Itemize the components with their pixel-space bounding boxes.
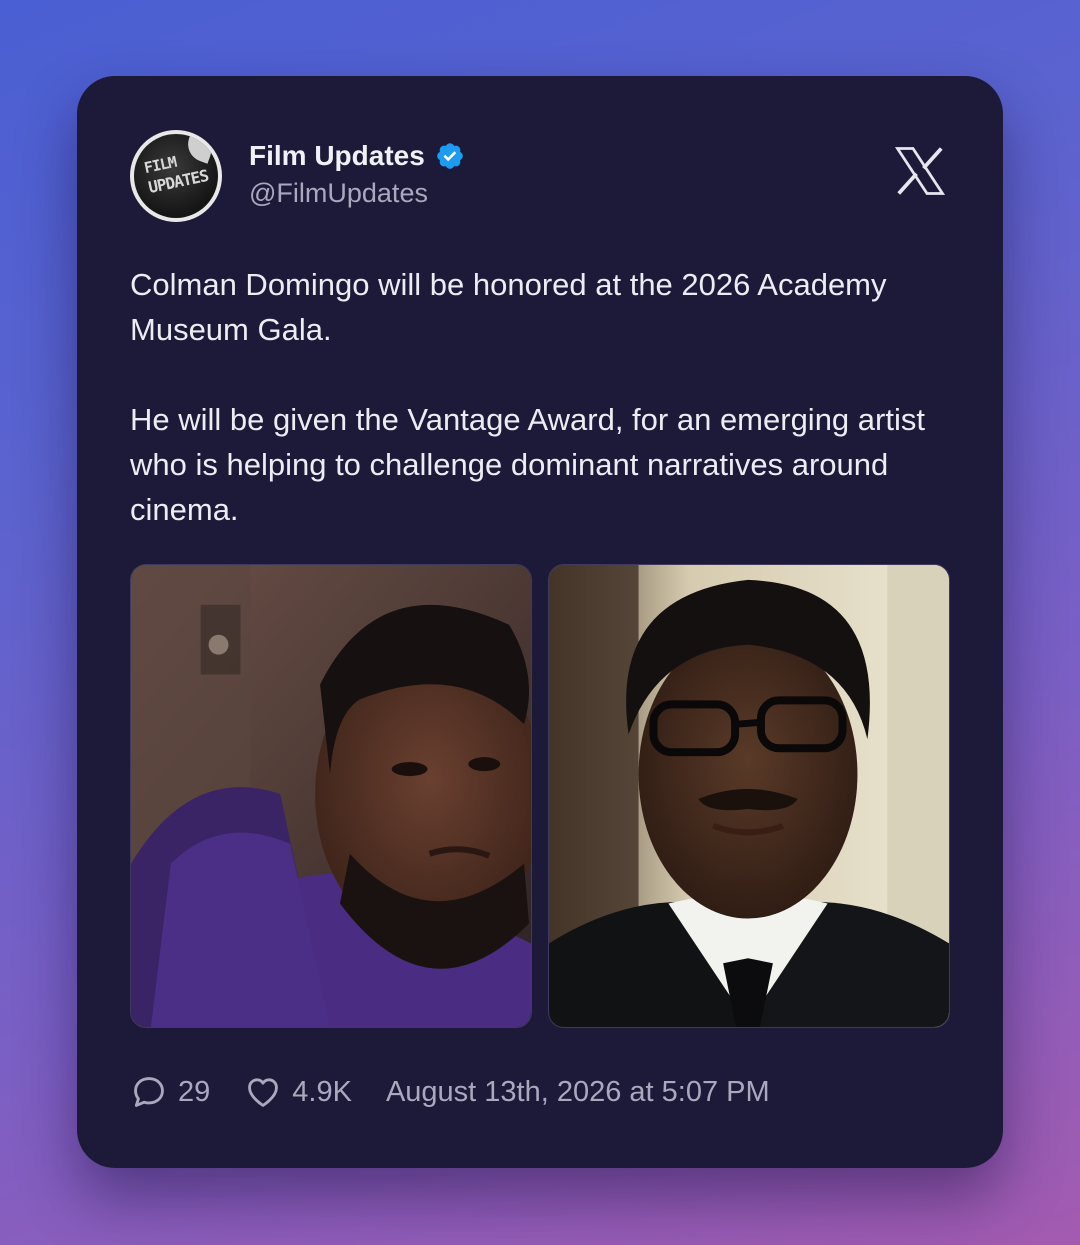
timestamp[interactable]: August 13th, 2026 at 5:07 PM <box>386 1076 770 1109</box>
tweet-header: FILM UPDATES Film Updates @FilmUpdates <box>130 130 950 222</box>
tweet-footer: 29 4.9K August 13th, 2026 at 5:07 PM <box>130 1070 770 1114</box>
reply-stat[interactable]: 29 <box>130 1073 210 1111</box>
like-count: 4.9K <box>292 1075 352 1108</box>
handle[interactable]: @FilmUpdates <box>249 178 465 209</box>
photo-purple-hoodie-image <box>131 565 531 1027</box>
tweet-card: FILM UPDATES Film Updates @FilmUpdates C… <box>77 76 1003 1168</box>
verified-badge-icon <box>437 143 463 169</box>
reply-count: 29 <box>178 1075 211 1108</box>
comment-icon <box>134 1077 164 1107</box>
tweet-text: Colman Domingo will be honored at the 20… <box>130 262 960 577</box>
tweet-paragraph-1: Colman Domingo will be honored at the 20… <box>130 267 887 347</box>
media-grid <box>130 564 950 1028</box>
name-row: Film Updates <box>249 140 465 172</box>
photo-suit-glasses[interactable] <box>548 564 950 1028</box>
avatar-logo: FILM UPDATES <box>134 134 218 218</box>
like-stat[interactable]: 4.9K <box>244 1073 352 1111</box>
photo-suit-glasses-image <box>549 565 949 1027</box>
heart-icon <box>248 1078 279 1107</box>
display-name[interactable]: Film Updates <box>249 140 425 172</box>
author-info: Film Updates @FilmUpdates <box>249 140 465 209</box>
avatar[interactable]: FILM UPDATES <box>130 130 222 222</box>
avatar-page-curl <box>183 134 215 164</box>
photo-purple-hoodie[interactable] <box>130 564 532 1028</box>
x-logo-icon[interactable] <box>890 140 950 202</box>
tweet-paragraph-2: He will be given the Vantage Award, for … <box>130 402 925 527</box>
